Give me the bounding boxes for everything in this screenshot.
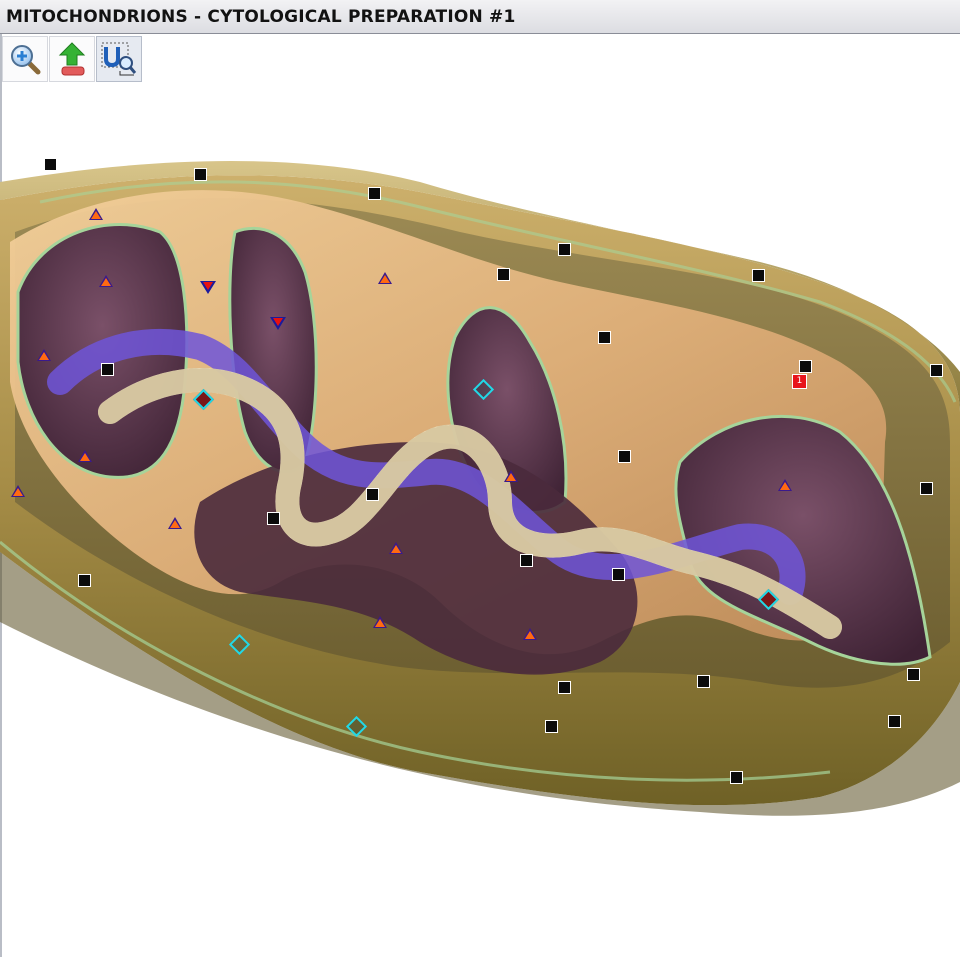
marker-square[interactable] <box>78 574 91 587</box>
marker-triangle[interactable] <box>11 485 25 497</box>
marker-triangle-down[interactable] <box>270 317 286 330</box>
marker-square[interactable] <box>267 512 280 525</box>
marker-square[interactable] <box>558 243 571 256</box>
marker-square[interactable] <box>101 363 114 376</box>
title-bar: MITOCHONDRIONS - CYTOLOGICAL PREPARATION… <box>0 0 960 34</box>
marker-triangle[interactable] <box>389 542 403 554</box>
marker-square[interactable] <box>558 681 571 694</box>
image-viewer[interactable]: 1 <box>0 82 960 957</box>
marker-triangle[interactable] <box>89 208 103 220</box>
numbered-label-marker[interactable]: 1 <box>792 374 807 389</box>
marker-triangle[interactable] <box>778 479 792 491</box>
marker-triangle[interactable] <box>99 275 113 287</box>
marker-square[interactable] <box>368 187 381 200</box>
marker-triangle[interactable] <box>373 616 387 628</box>
marker-square[interactable] <box>697 675 710 688</box>
marker-triangle-down[interactable] <box>200 281 216 294</box>
marker-triangle[interactable] <box>523 628 537 640</box>
marker-square[interactable] <box>520 554 533 567</box>
marker-triangle[interactable] <box>37 349 51 361</box>
mitochondrion-illustration <box>0 161 960 816</box>
marker-square[interactable] <box>612 568 625 581</box>
marker-square[interactable] <box>799 360 812 373</box>
zoom-button[interactable] <box>2 36 48 82</box>
marker-square[interactable] <box>752 269 765 282</box>
marker-square[interactable] <box>907 668 920 681</box>
toolbar <box>2 36 143 82</box>
upload-arrow-icon <box>58 42 86 76</box>
marker-square[interactable] <box>930 364 943 377</box>
marker-square[interactable] <box>598 331 611 344</box>
marker-square[interactable] <box>194 168 207 181</box>
marker-triangle[interactable] <box>168 517 182 529</box>
marker-square[interactable] <box>366 488 379 501</box>
marker-triangle[interactable] <box>378 272 392 284</box>
select-region-icon <box>101 42 137 76</box>
window-title: MITOCHONDRIONS - CYTOLOGICAL PREPARATION… <box>6 7 516 27</box>
marker-square[interactable] <box>545 720 558 733</box>
marker-square[interactable] <box>497 268 510 281</box>
marker-square[interactable] <box>44 158 57 171</box>
marker-square[interactable] <box>920 482 933 495</box>
marker-square[interactable] <box>730 771 743 784</box>
zoom-in-magnifier-icon <box>11 45 41 75</box>
marker-square[interactable] <box>888 715 901 728</box>
upload-button[interactable] <box>49 36 95 82</box>
select-region-button[interactable] <box>96 36 142 82</box>
marker-triangle[interactable] <box>504 470 518 482</box>
marker-square[interactable] <box>618 450 631 463</box>
marker-triangle[interactable] <box>78 450 92 462</box>
